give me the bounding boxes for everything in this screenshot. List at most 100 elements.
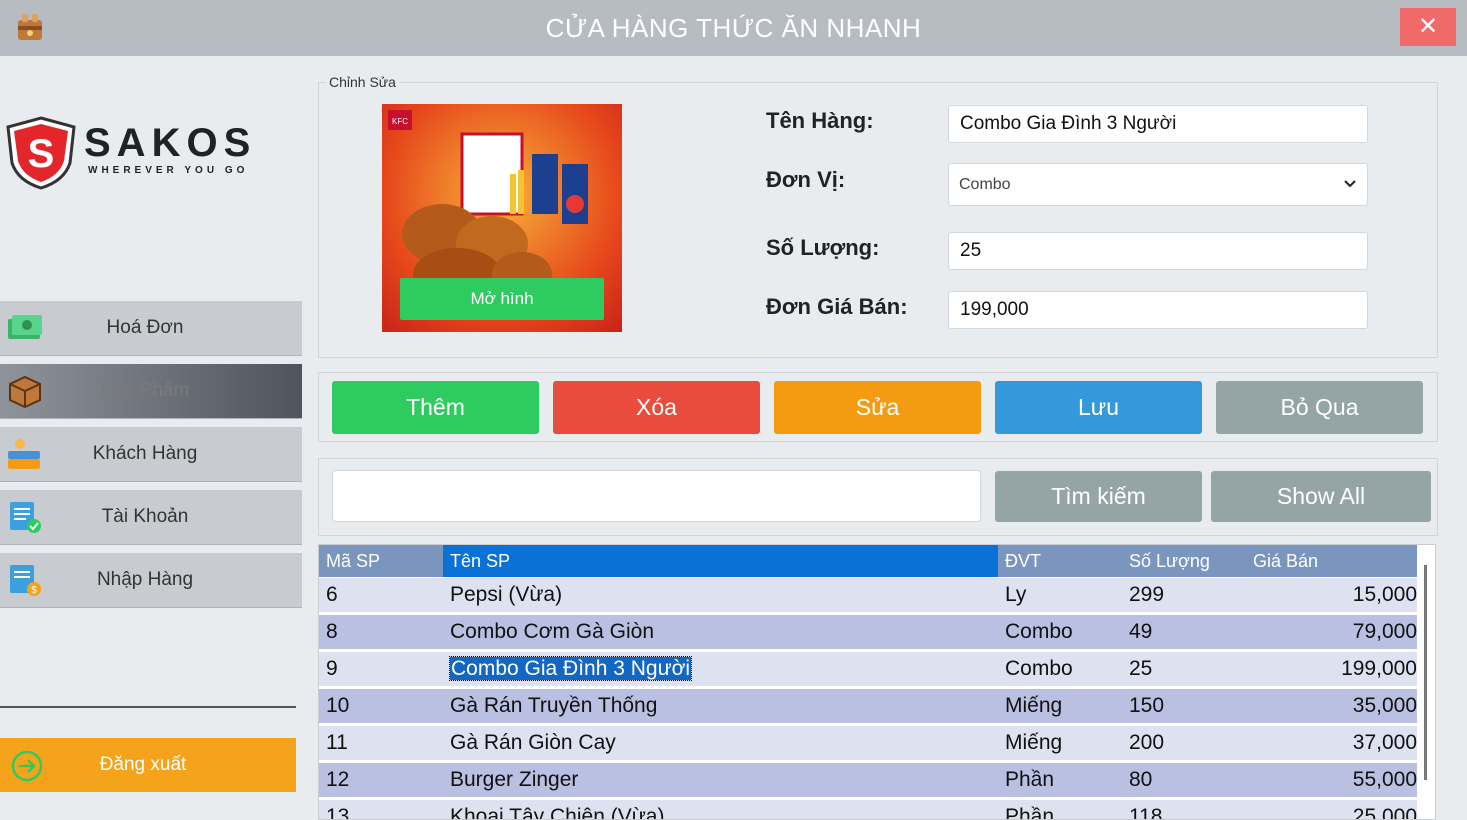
table-cell[interactable]: 299: [1122, 578, 1246, 609]
search-input[interactable]: [332, 470, 981, 522]
table-cell[interactable]: 37,000: [1246, 726, 1417, 757]
table-cell[interactable]: 49: [1122, 615, 1246, 646]
table-cell-text: Combo Gia Đình 3 Người: [448, 656, 693, 681]
svg-text:KFC: KFC: [392, 117, 408, 126]
products-table[interactable]: Mã SP Tên SP ĐVT Số Lượng Giá Bán 6 Pepsi…: [318, 544, 1436, 820]
table-cell-text: 200: [1129, 731, 1165, 754]
table-cell[interactable]: 13: [319, 800, 443, 820]
qty-label: Số Lượng:: [766, 235, 880, 260]
table-row[interactable]: 12 Burger Zinger Phần 80 55,000: [319, 763, 1417, 800]
column-header-qty[interactable]: Số Lượng: [1122, 545, 1246, 577]
save-button[interactable]: Lưu: [995, 381, 1202, 434]
sidebar-item-import[interactable]: $ Nhập Hàng: [0, 553, 302, 608]
table-cell-text: Combo: [1005, 657, 1073, 680]
table-cell[interactable]: Pepsi (Vừa): [443, 578, 998, 609]
price-input[interactable]: 199,000: [948, 291, 1368, 329]
column-header-unit[interactable]: ĐVT: [998, 545, 1122, 577]
table-cell-text: 49: [1129, 620, 1153, 643]
name-label: Tên Hàng:: [766, 108, 874, 133]
table-cell[interactable]: 6: [319, 578, 443, 609]
cancel-button[interactable]: Bỏ Qua: [1216, 381, 1423, 434]
table-cell[interactable]: Miếng: [998, 726, 1122, 757]
table-cell[interactable]: 25,000: [1246, 800, 1417, 820]
sidebar-item-label: Sản Phẩm: [100, 380, 190, 401]
table-cell-text: Gà Rán Truyền Thống: [450, 694, 658, 717]
table-cell[interactable]: Gà Rán Truyền Thống: [443, 689, 998, 720]
delete-button[interactable]: Xóa: [553, 381, 760, 434]
table-cell-text: 37,000: [1352, 731, 1417, 754]
table-row[interactable]: 11 Gà Rán Giòn Cay Miếng 200 37,000: [319, 726, 1417, 763]
search-button[interactable]: Tìm kiếm: [995, 471, 1202, 522]
table-cell[interactable]: 12: [319, 763, 443, 794]
table-row[interactable]: 9 Combo Gia Đình 3 Người Combo 25 199,000: [319, 652, 1417, 689]
table-row[interactable]: 10 Gà Rán Truyền Thống Miếng 150 35,000: [319, 689, 1417, 726]
table-row[interactable]: 6 Pepsi (Vừa) Ly 299 15,000: [319, 578, 1417, 615]
vertical-scrollbar[interactable]: [1424, 565, 1427, 780]
table-cell-text: Miếng: [1005, 731, 1063, 754]
table-cell-text: Combo Cơm Gà Giòn: [450, 620, 655, 643]
table-cell[interactable]: Phần: [998, 763, 1122, 794]
sidebar-item-accounts[interactable]: Tài Khoản: [0, 490, 302, 545]
table-cell[interactable]: 8: [319, 615, 443, 646]
table-cell-text: 35,000: [1352, 694, 1417, 717]
table-row[interactable]: 8 Combo Cơm Gà Giòn Combo 49 79,000: [319, 615, 1417, 652]
table-cell[interactable]: 35,000: [1246, 689, 1417, 720]
unit-select[interactable]: Combo: [948, 163, 1368, 206]
table-row[interactable]: 13 Khoai Tây Chiên (Vừa) Phần 118 25,000: [319, 800, 1417, 820]
table-cell[interactable]: Miếng: [998, 689, 1122, 720]
table-cell[interactable]: 80: [1122, 763, 1246, 794]
table-cell-text: 25,000: [1352, 805, 1417, 820]
table-cell[interactable]: Combo Gia Đình 3 Người: [443, 652, 998, 683]
table-cell-text: Phần: [1005, 768, 1055, 791]
unit-selected-value: Combo: [959, 176, 1011, 193]
column-header-id[interactable]: Mã SP: [319, 545, 443, 577]
name-input[interactable]: Combo Gia Đình 3 Người: [948, 105, 1368, 143]
table-cell[interactable]: 9: [319, 652, 443, 683]
table-cell[interactable]: Burger Zinger: [443, 763, 998, 794]
table-cell[interactable]: 55,000: [1246, 763, 1417, 794]
table-cell-text: 10: [326, 694, 350, 717]
table-cell[interactable]: 79,000: [1246, 615, 1417, 646]
column-header-price[interactable]: Giá Bán: [1246, 545, 1417, 577]
sidebar-item-customers[interactable]: Khách Hàng: [0, 427, 302, 482]
sidebar-item-invoices[interactable]: Hoá Đơn: [0, 301, 302, 356]
qty-input[interactable]: 25: [948, 232, 1368, 270]
table-cell[interactable]: Combo Cơm Gà Giòn: [443, 615, 998, 646]
table-cell[interactable]: Combo: [998, 652, 1122, 683]
table-cell[interactable]: 15,000: [1246, 578, 1417, 609]
sidebar-item-label: Tài Khoản: [101, 506, 189, 527]
edit-button[interactable]: Sửa: [774, 381, 981, 434]
logout-button[interactable]: Đăng xuất: [0, 738, 296, 792]
import-icon: $: [10, 565, 41, 596]
table-cell[interactable]: 10: [319, 689, 443, 720]
table-cell[interactable]: Ly: [998, 578, 1122, 609]
table-cell[interactable]: Combo: [998, 615, 1122, 646]
show-all-button[interactable]: Show All: [1211, 471, 1431, 522]
table-cell[interactable]: 200: [1122, 726, 1246, 757]
logout-icon: [11, 750, 43, 782]
table-cell-text: 15,000: [1352, 583, 1417, 606]
add-button[interactable]: Thêm: [332, 381, 539, 434]
table-cell-text: 8: [326, 620, 338, 643]
window-title: CỬA HÀNG THỨC ĂN NHANH: [545, 13, 922, 43]
table-cell[interactable]: Khoai Tây Chiên (Vừa): [443, 800, 998, 819]
table-cell[interactable]: 199,000: [1246, 652, 1417, 683]
brand-tagline: WHEREVER YOU GO: [88, 165, 249, 176]
table-cell[interactable]: 150: [1122, 689, 1246, 720]
table-cell[interactable]: 25: [1122, 652, 1246, 683]
sidebar-item-products[interactable]: Sản Phẩm: [0, 364, 302, 419]
table-cell[interactable]: Phần: [998, 800, 1122, 819]
box-icon: [9, 375, 41, 408]
table-cell-text: 199,000: [1341, 657, 1417, 680]
table-cell-text: 13: [326, 805, 350, 820]
column-header-name[interactable]: Tên SP: [443, 545, 998, 577]
title-bar: CỬA HÀNG THỨC ĂN NHANH ✕: [0, 0, 1467, 56]
close-button[interactable]: ✕: [1400, 8, 1456, 46]
sidebar-divider: [0, 706, 296, 708]
table-cell-text: 80: [1129, 768, 1153, 791]
svg-text:S: S: [28, 132, 55, 176]
table-cell[interactable]: Gà Rán Giòn Cay: [443, 726, 998, 757]
table-cell[interactable]: 11: [319, 726, 443, 757]
table-cell[interactable]: 118: [1122, 800, 1246, 819]
open-image-button[interactable]: Mở hình: [400, 278, 604, 320]
